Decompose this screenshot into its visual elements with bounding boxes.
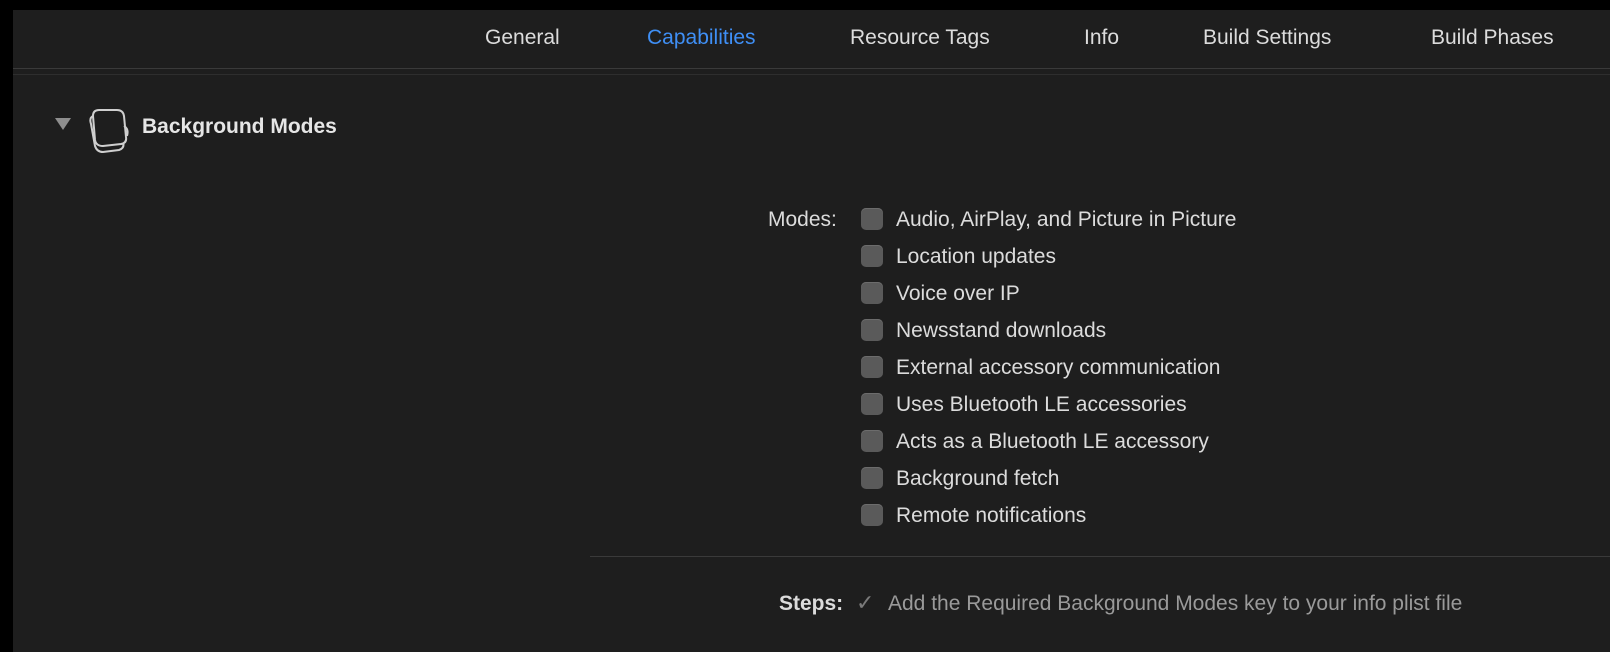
step-text: Add the Required Background Modes key to…: [888, 592, 1463, 615]
mode-label: Acts as a Bluetooth LE accessory: [896, 430, 1209, 453]
checkbox[interactable]: [861, 356, 883, 378]
checkbox[interactable]: [861, 282, 883, 304]
checkbox[interactable]: [861, 504, 883, 526]
checkbox[interactable]: [861, 245, 883, 267]
mode-label: Location updates: [896, 245, 1056, 268]
modes-label: Modes:: [768, 208, 837, 231]
checkbox[interactable]: [861, 319, 883, 341]
checkmark-icon: ✓: [856, 590, 875, 615]
tab-general[interactable]: General: [485, 26, 560, 50]
capabilities-window: General Capabilities Resource Tags Info …: [13, 10, 1610, 652]
tab-bar: General Capabilities Resource Tags Info …: [13, 10, 1610, 69]
mode-label: Uses Bluetooth LE accessories: [896, 393, 1187, 416]
checkbox[interactable]: [861, 393, 883, 415]
stacked-windows-icon: [89, 109, 129, 154]
tab-info[interactable]: Info: [1084, 26, 1119, 50]
mode-label: Audio, AirPlay, and Picture in Picture: [896, 208, 1237, 231]
mode-label: Newsstand downloads: [896, 319, 1107, 342]
checkbox[interactable]: [861, 208, 883, 230]
tab-resource-tags[interactable]: Resource Tags: [850, 26, 990, 50]
tab-capabilities[interactable]: Capabilities: [647, 26, 756, 50]
mode-label: Remote notifications: [896, 504, 1087, 527]
tab-build-phases[interactable]: Build Phases: [1431, 26, 1554, 50]
tab-build-settings[interactable]: Build Settings: [1203, 26, 1331, 50]
mode-label: Background fetch: [896, 467, 1060, 490]
checkbox[interactable]: [861, 430, 883, 452]
divider: [590, 556, 1610, 557]
disclosure-triangle-icon[interactable]: [55, 118, 71, 130]
section-title: Background Modes: [142, 115, 337, 138]
mode-label: External accessory communication: [896, 356, 1221, 379]
divider: [13, 74, 1610, 75]
mode-label: Voice over IP: [896, 282, 1020, 305]
steps-label: Steps:: [779, 592, 844, 615]
checkbox[interactable]: [861, 467, 883, 489]
